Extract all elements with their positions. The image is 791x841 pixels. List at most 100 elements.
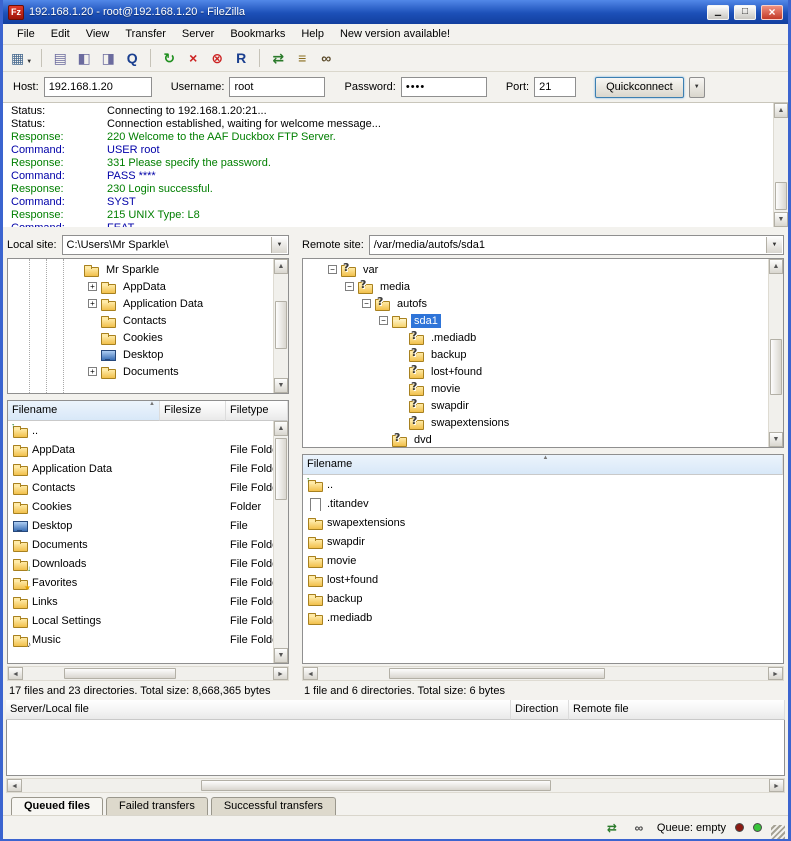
file-row[interactable]: lost+found bbox=[303, 570, 783, 589]
scroll-down-icon[interactable] bbox=[274, 378, 288, 393]
tree-item[interactable]: −?autofs bbox=[303, 295, 783, 312]
file-row[interactable]: .titandev bbox=[303, 494, 783, 513]
tree-item[interactable]: Mr Sparkle bbox=[8, 261, 288, 278]
menu-help[interactable]: Help bbox=[293, 26, 332, 42]
file-row[interactable]: DesktopFile bbox=[8, 516, 288, 535]
scroll-right-icon[interactable] bbox=[273, 667, 288, 680]
cancel-operation-icon[interactable]: × bbox=[182, 47, 204, 69]
scrollbar-thumb[interactable] bbox=[275, 438, 287, 500]
tree-item[interactable]: +Application Data bbox=[8, 295, 288, 312]
tab-failed-transfers[interactable]: Failed transfers bbox=[106, 797, 208, 815]
local-horizontal-scrollbar[interactable] bbox=[7, 666, 289, 681]
column-header-remote-file[interactable]: Remote file bbox=[569, 700, 785, 720]
menu-bookmarks[interactable]: Bookmarks bbox=[222, 26, 293, 42]
site-manager-dropdown-icon[interactable] bbox=[24, 50, 32, 66]
remote-tree-toggle-icon[interactable]: ◨ bbox=[97, 47, 119, 69]
menu-server[interactable]: Server bbox=[174, 26, 222, 42]
column-header-direction[interactable]: Direction bbox=[511, 700, 569, 720]
port-input[interactable] bbox=[534, 77, 576, 97]
remote-horizontal-scrollbar[interactable] bbox=[302, 666, 784, 681]
file-row[interactable]: .mediadb bbox=[303, 608, 783, 627]
file-row[interactable]: AppDataFile Folder bbox=[8, 440, 288, 459]
resize-grip[interactable] bbox=[771, 825, 785, 839]
tree-item[interactable]: Cookies bbox=[8, 329, 288, 346]
tree-item[interactable]: Desktop bbox=[8, 346, 288, 363]
queue-toggle-icon[interactable]: Q bbox=[121, 47, 143, 69]
message-log-toggle-icon[interactable]: ▤ bbox=[49, 47, 71, 69]
reconnect-icon[interactable]: R bbox=[230, 47, 252, 69]
menu-edit[interactable]: Edit bbox=[43, 26, 78, 42]
local-tree-toggle-icon[interactable]: ◧ bbox=[73, 47, 95, 69]
file-row[interactable]: DocumentsFile Folder bbox=[8, 535, 288, 554]
directory-comparison-icon[interactable]: ∞ bbox=[630, 820, 648, 836]
tree-item[interactable]: −?media bbox=[303, 278, 783, 295]
tree-item[interactable]: ?dvd bbox=[303, 431, 783, 448]
refresh-icon[interactable]: ↻ bbox=[158, 47, 180, 69]
scroll-left-icon[interactable] bbox=[7, 779, 22, 792]
close-button[interactable] bbox=[761, 5, 783, 20]
file-row[interactable]: swapextensions bbox=[303, 513, 783, 532]
menu-file[interactable]: File bbox=[9, 26, 43, 42]
scrollbar-thumb[interactable] bbox=[201, 780, 551, 791]
scroll-up-icon[interactable] bbox=[274, 421, 288, 436]
column-header-server-local-file[interactable]: Server/Local file bbox=[6, 700, 511, 720]
file-row[interactable]: movie bbox=[303, 551, 783, 570]
file-row[interactable]: ★FavoritesFile Folder bbox=[8, 573, 288, 592]
file-row[interactable]: ↓DownloadsFile Folder bbox=[8, 554, 288, 573]
menu-new-version[interactable]: New version available! bbox=[332, 26, 458, 42]
expand-icon[interactable]: + bbox=[88, 367, 97, 376]
column-header-filename[interactable]: Filename bbox=[303, 455, 783, 475]
tree-item[interactable]: ?.mediadb bbox=[303, 329, 783, 346]
tree-item[interactable]: +AppData bbox=[8, 278, 288, 295]
tree-item[interactable]: Contacts bbox=[8, 312, 288, 329]
tree-item[interactable]: −?var bbox=[303, 261, 783, 278]
tree-item[interactable]: ?lost+found bbox=[303, 363, 783, 380]
chevron-down-icon[interactable] bbox=[271, 237, 287, 253]
tree-item[interactable]: −sda1 bbox=[303, 312, 783, 329]
chevron-down-icon[interactable] bbox=[766, 237, 782, 253]
scroll-up-icon[interactable] bbox=[774, 103, 788, 118]
maximize-button[interactable] bbox=[734, 5, 756, 20]
synchronized-browsing-icon[interactable]: ≡ bbox=[291, 47, 313, 69]
scrollbar-thumb[interactable] bbox=[389, 668, 605, 679]
tree-item[interactable]: ?movie bbox=[303, 380, 783, 397]
username-input[interactable] bbox=[229, 77, 325, 97]
expand-icon[interactable]: + bbox=[88, 299, 97, 308]
scroll-down-icon[interactable] bbox=[274, 648, 288, 663]
file-row[interactable]: ♪MusicFile Folder bbox=[8, 630, 288, 649]
minimize-button[interactable] bbox=[707, 5, 729, 20]
column-header-filetype[interactable]: Filetype bbox=[226, 401, 288, 421]
find-files-icon[interactable]: ∞ bbox=[315, 47, 337, 69]
collapse-icon[interactable]: − bbox=[362, 299, 371, 308]
file-row[interactable]: ↑.. bbox=[8, 421, 288, 440]
scroll-down-icon[interactable] bbox=[774, 212, 788, 227]
site-manager-icon[interactable]: ▦ bbox=[9, 47, 34, 69]
collapse-icon[interactable]: − bbox=[328, 265, 337, 274]
quickconnect-dropdown-button[interactable] bbox=[689, 77, 705, 98]
column-header-filename[interactable]: Filename bbox=[8, 401, 160, 421]
local-list-scrollbar[interactable] bbox=[273, 421, 288, 663]
log-scrollbar[interactable] bbox=[773, 103, 788, 227]
file-row[interactable]: swapdir bbox=[303, 532, 783, 551]
file-row[interactable]: Application DataFile Folder bbox=[8, 459, 288, 478]
tree-item[interactable]: ?backup bbox=[303, 346, 783, 363]
disconnect-icon[interactable]: ⊗ bbox=[206, 47, 228, 69]
scroll-right-icon[interactable] bbox=[768, 667, 783, 680]
file-row[interactable]: ContactsFile Folder bbox=[8, 478, 288, 497]
scrollbar-thumb[interactable] bbox=[64, 668, 176, 679]
file-row[interactable]: ↑.. bbox=[303, 475, 783, 494]
tree-item[interactable]: ?swapextensions bbox=[303, 414, 783, 431]
scroll-right-icon[interactable] bbox=[769, 779, 784, 792]
local-site-combo[interactable]: C:\Users\Mr Sparkle\ bbox=[62, 235, 289, 255]
file-row[interactable]: Local SettingsFile Folder bbox=[8, 611, 288, 630]
speed-limits-icon[interactable]: ⇄ bbox=[603, 820, 621, 836]
remote-site-combo[interactable]: /var/media/autofs/sda1 bbox=[369, 235, 784, 255]
queue-horizontal-scrollbar[interactable] bbox=[6, 778, 785, 793]
file-row[interactable]: CookiesFolder bbox=[8, 497, 288, 516]
scroll-left-icon[interactable] bbox=[303, 667, 318, 680]
collapse-icon[interactable]: − bbox=[379, 316, 388, 325]
file-row[interactable]: backup bbox=[303, 589, 783, 608]
expand-icon[interactable]: + bbox=[88, 282, 97, 291]
host-input[interactable] bbox=[44, 77, 152, 97]
column-header-filesize[interactable]: Filesize bbox=[160, 401, 226, 421]
